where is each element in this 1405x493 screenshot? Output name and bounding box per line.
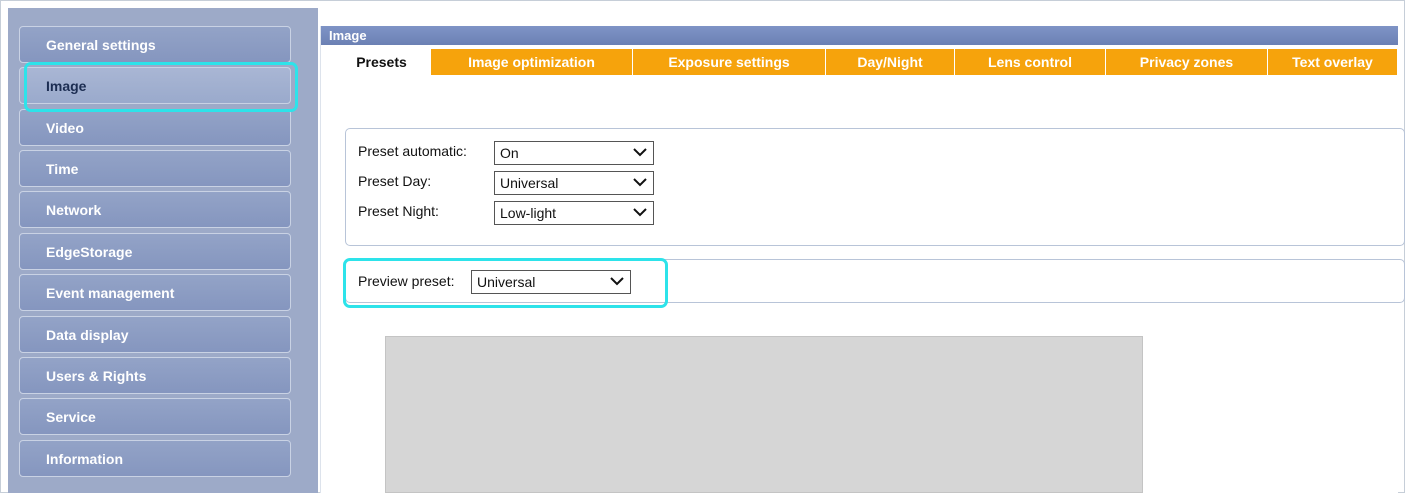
preset-night-value: Low-light (500, 205, 557, 221)
tab-lens-control[interactable]: Lens control (955, 49, 1106, 75)
sidebar-item-service[interactable]: Service (19, 398, 291, 435)
preview-preset-select[interactable]: Universal (471, 270, 631, 294)
tab-image-optimization[interactable]: Image optimization (431, 49, 633, 75)
tab-privacy-zones[interactable]: Privacy zones (1106, 49, 1268, 75)
tab-presets[interactable]: Presets (333, 49, 431, 75)
chevron-down-icon (633, 148, 647, 157)
chevron-down-icon (633, 178, 647, 187)
sidebar-item-data-display[interactable]: Data display (19, 316, 291, 353)
tab-text-overlay[interactable]: Text overlay (1268, 49, 1398, 75)
tab-bar: Presets Image optimization Exposure sett… (321, 45, 1398, 78)
tab-exposure-settings[interactable]: Exposure settings (633, 49, 826, 75)
sidebar-item-general-settings[interactable]: General settings (19, 26, 291, 63)
sidebar-item-event-management[interactable]: Event management (19, 274, 291, 311)
sidebar-item-information[interactable]: Information (19, 440, 291, 477)
preset-day-value: Universal (500, 175, 559, 191)
sidebar-item-video[interactable]: Video (19, 109, 291, 146)
chevron-down-icon (633, 208, 647, 217)
presets-panel: Preset automatic: On Preset Day: Univers… (345, 128, 1405, 246)
preset-automatic-value: On (500, 145, 519, 161)
sidebar-item-users-rights[interactable]: Users & Rights (19, 357, 291, 394)
preset-day-select[interactable]: Universal (494, 171, 654, 195)
preview-preset-value: Universal (477, 274, 536, 290)
preview-preset-panel: Preview preset: Universal (345, 259, 1405, 303)
chevron-down-icon (610, 277, 624, 286)
preset-automatic-label: Preset automatic: (358, 143, 467, 159)
preview-preset-label: Preview preset: (358, 273, 455, 289)
tab-day-night[interactable]: Day/Night (826, 49, 955, 75)
sidebar-item-edgestorage[interactable]: EdgeStorage (19, 233, 291, 270)
sidebar-item-network[interactable]: Network (19, 191, 291, 228)
preset-night-select[interactable]: Low-light (494, 201, 654, 225)
preset-automatic-select[interactable]: On (494, 141, 654, 165)
sidebar-item-image[interactable]: Image (19, 67, 291, 104)
preset-day-label: Preset Day: (358, 173, 432, 189)
sidebar-item-time[interactable]: Time (19, 150, 291, 187)
main-content: Image Presets Image optimization Exposur… (320, 26, 1405, 493)
preset-night-label: Preset Night: (358, 203, 439, 219)
page-title: Image (321, 26, 1398, 45)
image-preview (385, 336, 1143, 493)
